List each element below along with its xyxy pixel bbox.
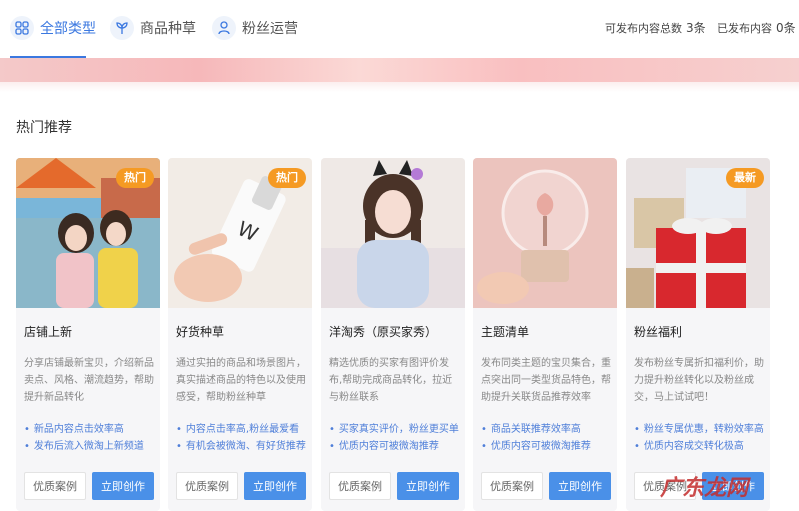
hot-badge: 热门 [116, 168, 154, 188]
publishable-label: 可发布内容总数 [605, 22, 682, 35]
fans-icon [212, 16, 236, 40]
feature-item: 新品内容点击效率高 [24, 421, 160, 438]
example-button[interactable]: 优质案例 [24, 472, 86, 500]
example-button[interactable]: 优质案例 [481, 472, 543, 500]
card-title: 店铺上新 [24, 325, 73, 339]
card-fan-benefits[interactable]: 最新 粉丝福利 发布粉丝专属折扣福利价，助力提升粉丝转化以及粉丝成交，马上试试吧… [626, 158, 770, 511]
tab-product-seeding[interactable]: 商品种草 [110, 12, 196, 44]
hot-badge: 热门 [268, 168, 306, 188]
feature-item: 优质内容可被微淘推荐 [329, 438, 465, 455]
feature-list: 商品关联推荐效率高 优质内容可被微淘推荐 [481, 421, 617, 455]
feature-list: 新品内容点击效率高 发布后流入微淘上新频道 [24, 421, 160, 455]
published-label: 已发布内容 [717, 22, 772, 35]
card-title: 好货种草 [176, 325, 225, 339]
publishable-value: 3条 [686, 21, 706, 35]
card-image: W 热门 [168, 158, 312, 308]
card-title: 粉丝福利 [634, 325, 683, 339]
card-description: 精选优质的买家有图评价发布,帮助完成商品转化，拉近与粉丝联系 [329, 358, 453, 403]
create-button[interactable]: 立即创作 [549, 472, 611, 500]
card-theme-list[interactable]: 主题清单 发布同类主题的宝贝集合，重点突出同一类型货品特色，帮助提升关联货品推荐… [473, 158, 617, 511]
card-description: 分享店铺最新宝贝，介绍新品卖点、风格、潮流趋势，帮助提升新品转化 [24, 358, 154, 403]
card-description: 发布粉丝专属折扣福利价，助力提升粉丝转化以及粉丝成交，马上试试吧！ [634, 358, 764, 403]
published-count: 已发布内容 0条 [717, 19, 796, 36]
card-description: 发布同类主题的宝贝集合，重点突出同一类型货品特色，帮助提升关联货品推荐效率 [481, 358, 611, 403]
card-title: 主题清单 [481, 325, 530, 339]
create-button[interactable]: 立即创作 [397, 472, 459, 500]
card-description: 通过实拍的商品和场景图片，真实描述商品的特色以及使用感受，帮助粉丝种草 [176, 358, 306, 403]
feature-item: 粉丝专属优惠，转粉效率高 [634, 421, 770, 438]
banner-fade [0, 82, 799, 92]
feature-item: 商品关联推荐效率高 [481, 421, 617, 438]
feature-list: 粉丝专属优惠，转粉效率高 优质内容成交转化极高 [634, 421, 770, 455]
create-button[interactable]: 立即创作 [92, 472, 154, 500]
card-image [321, 158, 465, 308]
tab-label: 全部类型 [40, 21, 96, 37]
feature-list: 内容点击率高,粉丝最爱看 有机会被微淘、有好货推荐 [176, 421, 312, 455]
card-image [473, 158, 617, 308]
sprout-icon [110, 16, 134, 40]
card-store-new[interactable]: 热门 店铺上新 分享店铺最新宝贝，介绍新品卖点、风格、潮流趋势，帮助提升新品转化… [16, 158, 160, 511]
tab-fan-operation[interactable]: 粉丝运营 [212, 12, 298, 44]
new-badge: 最新 [726, 168, 764, 188]
card-image: 最新 [626, 158, 770, 308]
grid-icon [10, 16, 34, 40]
published-value: 0条 [776, 21, 796, 35]
top-nav: 全部类型 商品种草 粉丝运营 可发布内容总数 3条 已发布内容 0条 [0, 0, 799, 58]
feature-item: 买家真实评价，粉丝更买单 [329, 421, 465, 438]
create-button[interactable]: 立即创作 [244, 472, 306, 500]
decorative-banner [0, 58, 799, 82]
watermark: 广东龙网 [660, 475, 749, 501]
card-buyer-show[interactable]: 洋淘秀（原买家秀） 精选优质的买家有图评价发布,帮助完成商品转化，拉近与粉丝联系… [321, 158, 465, 511]
section-title: 热门推荐 [16, 120, 72, 136]
tab-label: 商品种草 [140, 21, 196, 37]
tab-label: 粉丝运营 [242, 21, 298, 37]
example-button[interactable]: 优质案例 [329, 472, 391, 500]
feature-item: 优质内容成交转化极高 [634, 438, 770, 455]
example-button[interactable]: 优质案例 [176, 472, 238, 500]
card-image: 热门 [16, 158, 160, 308]
feature-item: 有机会被微淘、有好货推荐 [176, 438, 312, 455]
feature-list: 买家真实评价，粉丝更买单 优质内容可被微淘推荐 [329, 421, 465, 455]
tab-all-types[interactable]: 全部类型 [10, 12, 96, 44]
feature-item: 内容点击率高,粉丝最爱看 [176, 421, 312, 438]
publishable-count: 可发布内容总数 3条 [605, 19, 706, 36]
feature-item: 发布后流入微淘上新频道 [24, 438, 160, 455]
feature-item: 优质内容可被微淘推荐 [481, 438, 617, 455]
card-good-product-seeding[interactable]: W 热门 好货种草 通过实拍的商品和场景图片，真实描述商品的特色以及使用感受，帮… [168, 158, 312, 511]
card-title: 洋淘秀（原买家秀） [329, 325, 438, 339]
